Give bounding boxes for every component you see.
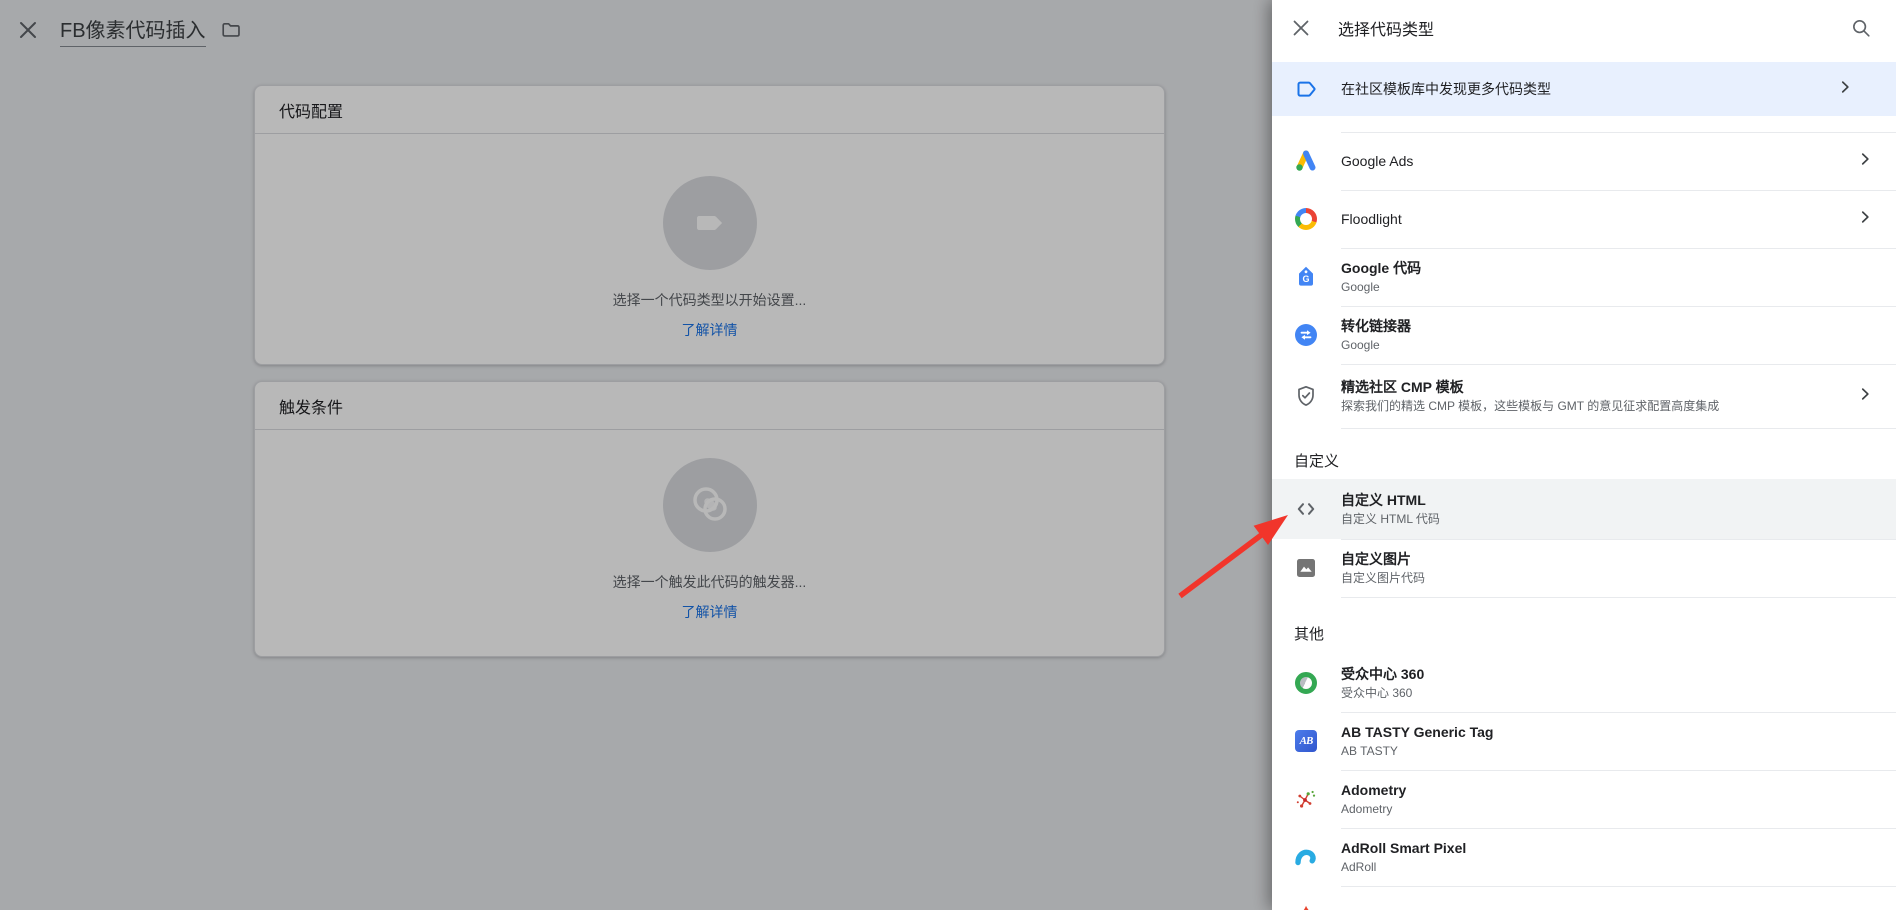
tag-type-vendor: Google [1341,280,1380,294]
adroll-icon [1294,845,1318,869]
tag-type-cmp-templates[interactable]: 精选社区 CMP 模板 探索我们的精选 CMP 模板，这些模板与 GMT 的意见… [1272,364,1896,428]
tag-type-vendor: 受众中心 360 [1341,686,1413,700]
tag-type-adroll[interactable]: AdRoll Smart Pixel AdRoll [1272,828,1896,886]
tag-type-label: AdRoll Smart Pixel [1341,840,1467,856]
tag-type-awin-conversion[interactable]: AWIN Conversion [1272,886,1896,910]
conversion-linker-icon [1294,323,1318,347]
tag-type-list: Google Ads Floodlight G Google 代码 Google… [1272,116,1896,910]
panel-header: 选择代码类型 [1272,0,1896,56]
section-header-others: 其他 [1272,597,1896,654]
community-template-gallery-banner[interactable]: 在社区模板库中发现更多代码类型 [1272,62,1896,116]
panel-title: 选择代码类型 [1338,22,1435,39]
tag-type-label: 转化链接器 [1341,318,1411,334]
chevron-right-icon [1836,78,1854,101]
tag-type-label: 精选社区 CMP 模板 [1341,379,1464,395]
tag-type-vendor: AdRoll [1341,860,1377,874]
tag-type-audience-center-360[interactable]: 受众中心 360 受众中心 360 [1272,654,1896,712]
shield-check-icon [1294,384,1318,408]
tag-type-ab-tasty[interactable]: AB AB TASTY Generic Tag AB TASTY [1272,712,1896,770]
tag-type-label: 自定义图片 [1341,551,1411,567]
tag-type-floodlight[interactable]: Floodlight [1272,190,1896,248]
chevron-right-icon [1856,208,1874,231]
tag-type-description: 自定义 HTML 代码 [1341,512,1440,526]
tag-type-label: 自定义 HTML [1341,492,1426,508]
floodlight-icon [1294,207,1318,231]
tag-type-label: AWIN Conversion [1341,906,1882,910]
tag-type-adometry[interactable]: Adometry Adometry [1272,770,1896,828]
tag-type-custom-html[interactable]: 自定义 HTML 自定义 HTML 代码 [1272,479,1896,539]
tag-type-vendor: AB TASTY [1341,744,1398,758]
tag-type-label: Google 代码 [1341,260,1422,276]
tag-type-label: 受众中心 360 [1341,666,1425,682]
search-icon[interactable] [1850,17,1872,39]
tag-type-google-tag[interactable]: G Google 代码 Google [1272,248,1896,306]
tag-type-custom-image[interactable]: 自定义图片 自定义图片代码 [1272,539,1896,597]
community-template-icon [1294,77,1318,101]
banner-label: 在社区模板库中发现更多代码类型 [1341,81,1551,97]
ab-tasty-icon: AB [1294,729,1318,753]
tag-type-conversion-linker[interactable]: 转化链接器 Google [1272,306,1896,364]
close-icon[interactable] [1292,19,1310,37]
tag-type-label: Floodlight [1341,211,1402,227]
google-tag-icon: G [1294,265,1318,289]
chevron-right-icon [1856,385,1874,408]
choose-tag-type-panel: 选择代码类型 在社区模板库中发现更多代码类型 Google Ads Floodl… [1272,0,1896,910]
tag-type-vendor: Adometry [1341,802,1393,816]
tag-type-description: 探索我们的精选 CMP 模板，这些模板与 GMT 的意见征求配置高度集成 [1341,399,1720,413]
tag-type-label: Google Ads [1341,153,1414,169]
tag-type-label: AB TASTY Generic Tag [1341,724,1494,740]
svg-text:G: G [1302,274,1309,284]
tag-type-label: Adometry [1341,782,1407,798]
tag-type-vendor: Google [1341,338,1380,352]
adometry-icon [1294,787,1318,811]
image-icon [1294,556,1318,580]
awin-flame-icon [1294,903,1318,910]
chevron-right-icon [1856,150,1874,173]
code-brackets-icon [1294,497,1318,521]
tag-type-google-ads[interactable]: Google Ads [1272,132,1896,190]
audience-center-360-icon [1294,671,1318,695]
section-header-custom: 自定义 [1272,428,1896,479]
tag-type-description: 自定义图片代码 [1341,571,1426,585]
google-ads-icon [1294,149,1318,173]
